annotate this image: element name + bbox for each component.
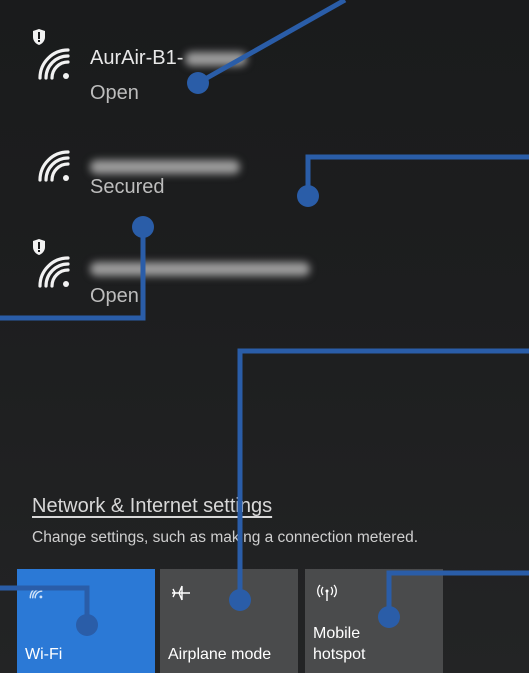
mobile-hotspot-button[interactable]: Mobile hotspot bbox=[305, 569, 443, 673]
airplane-mode-button[interactable]: Airplane mode bbox=[160, 569, 298, 673]
open-network-shield-icon bbox=[33, 239, 45, 255]
tile-label: Mobile hotspot bbox=[313, 625, 366, 663]
network-settings-link[interactable]: Network & Internet settings bbox=[32, 495, 272, 518]
open-network-shield-icon bbox=[33, 29, 45, 45]
tile-label: Airplane mode bbox=[168, 646, 272, 663]
network-status: Open bbox=[90, 285, 139, 307]
wifi-signal-icon bbox=[38, 256, 70, 288]
network-ssid: AurAir-B1- bbox=[90, 47, 248, 70]
network-status: Open bbox=[90, 82, 139, 104]
wifi-icon bbox=[29, 585, 43, 599]
network-settings-description: Change settings, such as making a connec… bbox=[32, 529, 419, 546]
airplane-icon bbox=[172, 585, 190, 601]
wifi-signal-icon bbox=[38, 48, 70, 80]
network-ssid bbox=[90, 155, 240, 178]
hotspot-icon bbox=[317, 584, 337, 601]
network-item-1[interactable]: AurAir-B1- Open bbox=[0, 18, 529, 116]
network-flyout: AurAir-B1- Open Secured Open Network & I… bbox=[0, 0, 529, 673]
network-item-3[interactable]: Open bbox=[0, 228, 529, 326]
wifi-toggle-button[interactable]: Wi-Fi bbox=[17, 569, 155, 673]
network-ssid bbox=[90, 257, 310, 280]
network-item-2[interactable]: Secured bbox=[0, 126, 529, 224]
wifi-signal-icon bbox=[38, 150, 70, 182]
network-status: Secured bbox=[90, 176, 165, 198]
tile-label: Wi-Fi bbox=[25, 646, 63, 663]
